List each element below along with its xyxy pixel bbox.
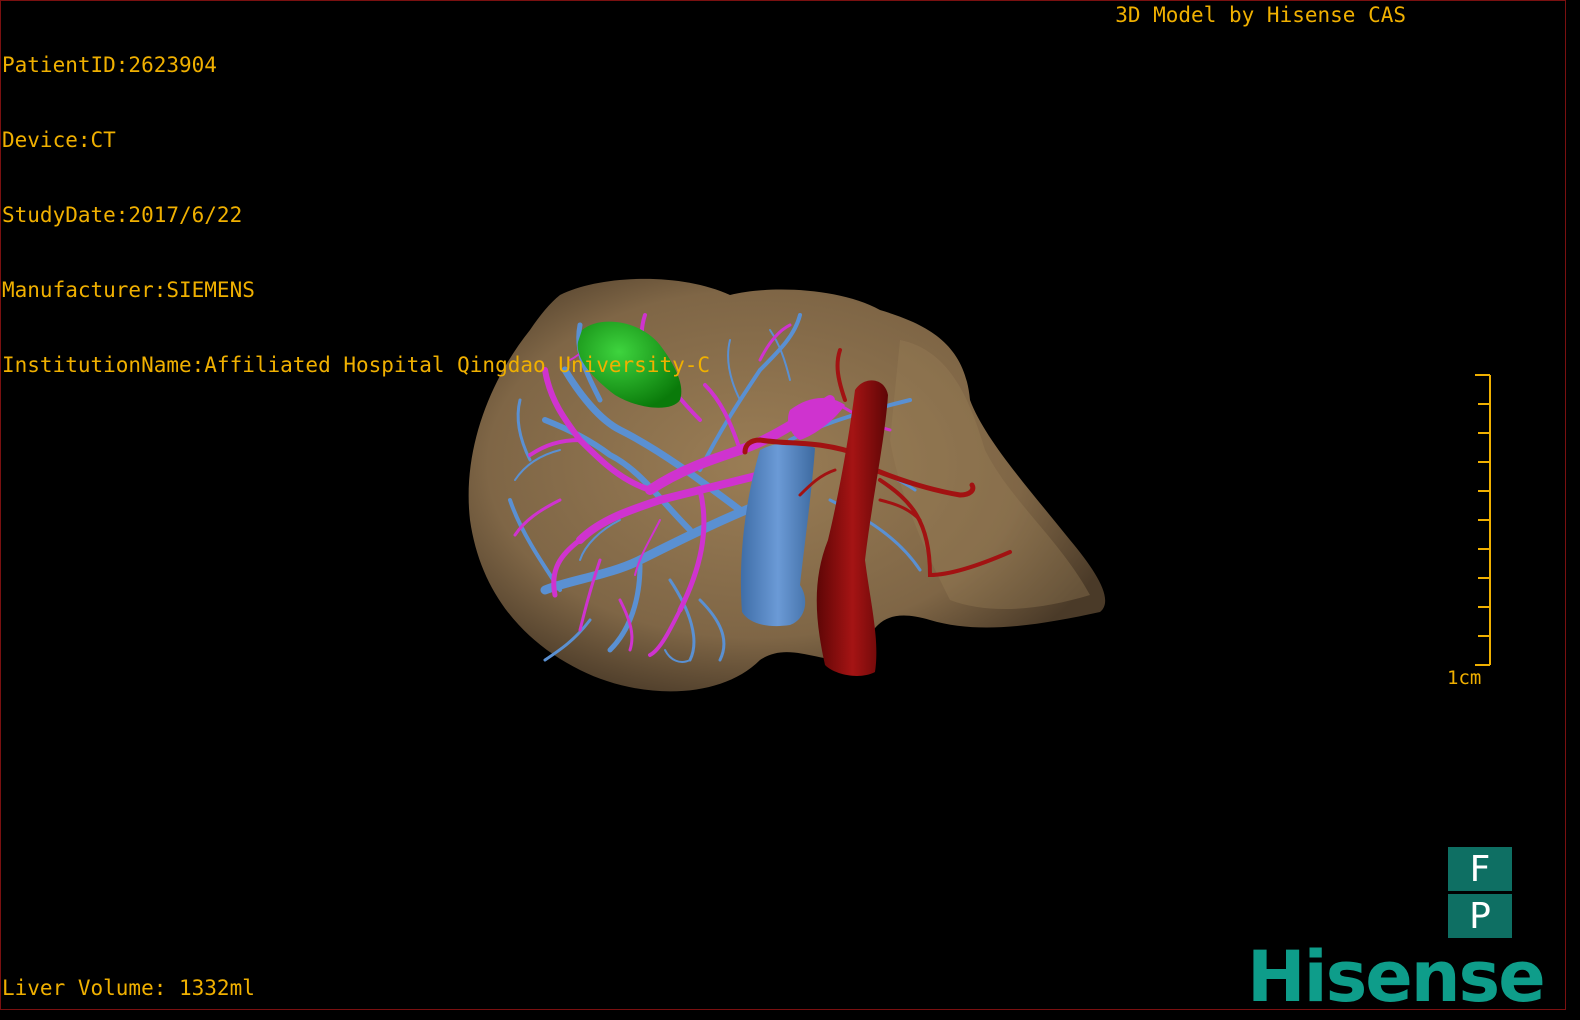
orientation-cube-bottom[interactable]: P [1448, 894, 1512, 938]
liver-volume-label: Liver Volume: 1332ml [2, 976, 255, 1000]
dicom-info-overlay: PatientID:2623904 Device:CT StudyDate:20… [2, 3, 710, 403]
orientation-cube-top[interactable]: F [1448, 847, 1512, 891]
model-brand-label: 3D Model by Hisense CAS [1115, 3, 1406, 27]
device-label: Device:CT [2, 128, 116, 152]
patient-id-label: PatientID:2623904 [2, 53, 217, 77]
study-date-label: StudyDate:2017/6/22 [2, 203, 243, 227]
institution-label: InstitutionName:Affiliated Hospital Qing… [2, 353, 711, 377]
scale-bar [1475, 374, 1491, 666]
manufacturer-label: Manufacturer:SIEMENS [2, 278, 255, 302]
scale-bar-label: 1cm [1447, 667, 1482, 689]
hisense-logo: Hisense [1247, 936, 1546, 1018]
